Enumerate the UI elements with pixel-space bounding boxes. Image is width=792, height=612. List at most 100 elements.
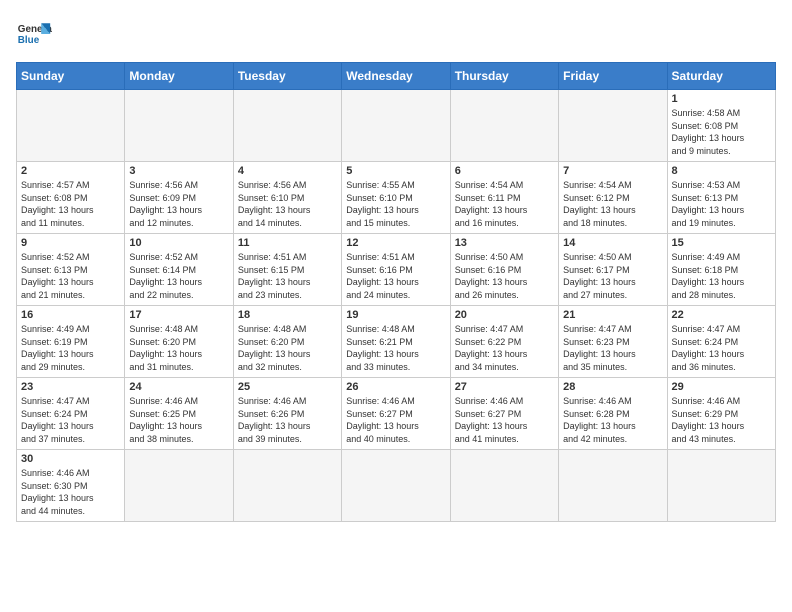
- day-number: 21: [563, 309, 662, 321]
- logo-icon: General Blue: [16, 16, 52, 52]
- day-info: Sunrise: 4:46 AM Sunset: 6:29 PM Dayligh…: [672, 395, 771, 445]
- day-number: 19: [346, 309, 445, 321]
- weekday-header-saturday: Saturday: [667, 63, 775, 90]
- day-info: Sunrise: 4:49 AM Sunset: 6:19 PM Dayligh…: [21, 323, 120, 373]
- day-info: Sunrise: 4:46 AM Sunset: 6:27 PM Dayligh…: [455, 395, 554, 445]
- day-number: 11: [238, 237, 337, 249]
- day-number: 16: [21, 309, 120, 321]
- calendar-cell: 7 Sunrise: 4:54 AM Sunset: 6:12 PM Daylig…: [559, 162, 667, 234]
- calendar-cell: 4 Sunrise: 4:56 AM Sunset: 6:10 PM Daylig…: [233, 162, 341, 234]
- calendar-cell: [559, 90, 667, 162]
- calendar-cell: 27 Sunrise: 4:46 AM Sunset: 6:27 PM Dayli…: [450, 378, 558, 450]
- calendar-cell: 24 Sunrise: 4:46 AM Sunset: 6:25 PM Dayli…: [125, 378, 233, 450]
- day-info: Sunrise: 4:50 AM Sunset: 6:16 PM Dayligh…: [455, 251, 554, 301]
- day-number: 15: [672, 237, 771, 249]
- day-info: Sunrise: 4:48 AM Sunset: 6:20 PM Dayligh…: [129, 323, 228, 373]
- day-info: Sunrise: 4:52 AM Sunset: 6:13 PM Dayligh…: [21, 251, 120, 301]
- day-number: 27: [455, 381, 554, 393]
- calendar-cell: 13Sunrise: 4:50 AM Sunset: 6:16 PM Dayli…: [450, 234, 558, 306]
- weekday-header-row: SundayMondayTuesdayWednesdayThursdayFrid…: [17, 63, 776, 90]
- day-info: Sunrise: 4:54 AM Sunset: 6:12 PM Dayligh…: [563, 179, 662, 229]
- calendar-cell: 15 Sunrise: 4:49 AM Sunset: 6:18 PM Dayli…: [667, 234, 775, 306]
- day-info: Sunrise: 4:47 AM Sunset: 6:22 PM Dayligh…: [455, 323, 554, 373]
- day-info: Sunrise: 4:46 AM Sunset: 6:28 PM Dayligh…: [563, 395, 662, 445]
- day-number: 2: [21, 165, 120, 177]
- day-info: Sunrise: 4:46 AM Sunset: 6:27 PM Dayligh…: [346, 395, 445, 445]
- calendar-cell: [17, 90, 125, 162]
- weekday-header-monday: Monday: [125, 63, 233, 90]
- calendar-cell: 23 Sunrise: 4:47 AM Sunset: 6:24 PM Dayli…: [17, 378, 125, 450]
- svg-text:Blue: Blue: [18, 35, 40, 46]
- day-info: Sunrise: 4:52 AM Sunset: 6:14 PM Dayligh…: [129, 251, 228, 301]
- calendar-cell: 10Sunrise: 4:52 AM Sunset: 6:14 PM Dayli…: [125, 234, 233, 306]
- calendar-cell: 3 Sunrise: 4:56 AM Sunset: 6:09 PM Daylig…: [125, 162, 233, 234]
- day-number: 12: [346, 237, 445, 249]
- day-info: Sunrise: 4:51 AM Sunset: 6:15 PM Dayligh…: [238, 251, 337, 301]
- day-info: Sunrise: 4:48 AM Sunset: 6:21 PM Dayligh…: [346, 323, 445, 373]
- day-number: 23: [21, 381, 120, 393]
- day-info: Sunrise: 4:48 AM Sunset: 6:20 PM Dayligh…: [238, 323, 337, 373]
- calendar-cell: 9 Sunrise: 4:52 AM Sunset: 6:13 PM Daylig…: [17, 234, 125, 306]
- calendar-cell: 5Sunrise: 4:55 AM Sunset: 6:10 PM Daylig…: [342, 162, 450, 234]
- calendar-cell: [559, 450, 667, 522]
- calendar-cell: 17Sunrise: 4:48 AM Sunset: 6:20 PM Dayli…: [125, 306, 233, 378]
- calendar-cell: 21Sunrise: 4:47 AM Sunset: 6:23 PM Dayli…: [559, 306, 667, 378]
- calendar-cell: [342, 90, 450, 162]
- day-number: 28: [563, 381, 662, 393]
- calendar-cell: [233, 450, 341, 522]
- calendar-table: SundayMondayTuesdayWednesdayThursdayFrid…: [16, 62, 776, 522]
- weekday-header-thursday: Thursday: [450, 63, 558, 90]
- day-info: Sunrise: 4:47 AM Sunset: 6:24 PM Dayligh…: [21, 395, 120, 445]
- day-info: Sunrise: 4:46 AM Sunset: 6:26 PM Dayligh…: [238, 395, 337, 445]
- day-number: 4: [238, 165, 337, 177]
- calendar-cell: 29 Sunrise: 4:46 AM Sunset: 6:29 PM Dayli…: [667, 378, 775, 450]
- calendar-cell: 12 Sunrise: 4:51 AM Sunset: 6:16 PM Dayli…: [342, 234, 450, 306]
- day-number: 18: [238, 309, 337, 321]
- calendar-cell: [125, 450, 233, 522]
- day-number: 30: [21, 453, 120, 465]
- calendar-cell: 2Sunrise: 4:57 AM Sunset: 6:08 PM Daylig…: [17, 162, 125, 234]
- day-info: Sunrise: 4:49 AM Sunset: 6:18 PM Dayligh…: [672, 251, 771, 301]
- weekday-header-tuesday: Tuesday: [233, 63, 341, 90]
- day-info: Sunrise: 4:46 AM Sunset: 6:30 PM Dayligh…: [21, 467, 120, 517]
- calendar-cell: [233, 90, 341, 162]
- week-row-3: 16 Sunrise: 4:49 AM Sunset: 6:19 PM Dayli…: [17, 306, 776, 378]
- weekday-header-sunday: Sunday: [17, 63, 125, 90]
- calendar-cell: 22 Sunrise: 4:47 AM Sunset: 6:24 PM Dayli…: [667, 306, 775, 378]
- day-info: Sunrise: 4:46 AM Sunset: 6:25 PM Dayligh…: [129, 395, 228, 445]
- day-info: Sunrise: 4:50 AM Sunset: 6:17 PM Dayligh…: [563, 251, 662, 301]
- calendar-cell: [450, 90, 558, 162]
- day-number: 22: [672, 309, 771, 321]
- day-info: Sunrise: 4:47 AM Sunset: 6:24 PM Dayligh…: [672, 323, 771, 373]
- day-info: Sunrise: 4:53 AM Sunset: 6:13 PM Dayligh…: [672, 179, 771, 229]
- day-info: Sunrise: 4:51 AM Sunset: 6:16 PM Dayligh…: [346, 251, 445, 301]
- day-info: Sunrise: 4:56 AM Sunset: 6:09 PM Dayligh…: [129, 179, 228, 229]
- calendar-cell: 26 Sunrise: 4:46 AM Sunset: 6:27 PM Dayli…: [342, 378, 450, 450]
- week-row-0: 1Sunrise: 4:58 AM Sunset: 6:08 PM Daylig…: [17, 90, 776, 162]
- day-number: 9: [21, 237, 120, 249]
- day-info: Sunrise: 4:58 AM Sunset: 6:08 PM Dayligh…: [672, 107, 771, 157]
- calendar-cell: 19 Sunrise: 4:48 AM Sunset: 6:21 PM Dayli…: [342, 306, 450, 378]
- week-row-2: 9 Sunrise: 4:52 AM Sunset: 6:13 PM Daylig…: [17, 234, 776, 306]
- day-number: 3: [129, 165, 228, 177]
- day-number: 7: [563, 165, 662, 177]
- calendar-cell: 1Sunrise: 4:58 AM Sunset: 6:08 PM Daylig…: [667, 90, 775, 162]
- calendar-cell: 28 Sunrise: 4:46 AM Sunset: 6:28 PM Dayli…: [559, 378, 667, 450]
- calendar-cell: 30 Sunrise: 4:46 AM Sunset: 6:30 PM Dayli…: [17, 450, 125, 522]
- day-info: Sunrise: 4:54 AM Sunset: 6:11 PM Dayligh…: [455, 179, 554, 229]
- calendar-cell: 11 Sunrise: 4:51 AM Sunset: 6:15 PM Dayli…: [233, 234, 341, 306]
- calendar-cell: [342, 450, 450, 522]
- day-info: Sunrise: 4:56 AM Sunset: 6:10 PM Dayligh…: [238, 179, 337, 229]
- day-number: 24: [129, 381, 228, 393]
- weekday-header-friday: Friday: [559, 63, 667, 90]
- day-info: Sunrise: 4:55 AM Sunset: 6:10 PM Dayligh…: [346, 179, 445, 229]
- week-row-1: 2Sunrise: 4:57 AM Sunset: 6:08 PM Daylig…: [17, 162, 776, 234]
- week-row-4: 23 Sunrise: 4:47 AM Sunset: 6:24 PM Dayli…: [17, 378, 776, 450]
- day-number: 26: [346, 381, 445, 393]
- calendar-cell: 6Sunrise: 4:54 AM Sunset: 6:11 PM Daylig…: [450, 162, 558, 234]
- calendar-cell: [125, 90, 233, 162]
- calendar-cell: 18 Sunrise: 4:48 AM Sunset: 6:20 PM Dayli…: [233, 306, 341, 378]
- day-number: 8: [672, 165, 771, 177]
- day-number: 29: [672, 381, 771, 393]
- page-header: General Blue: [16, 16, 776, 52]
